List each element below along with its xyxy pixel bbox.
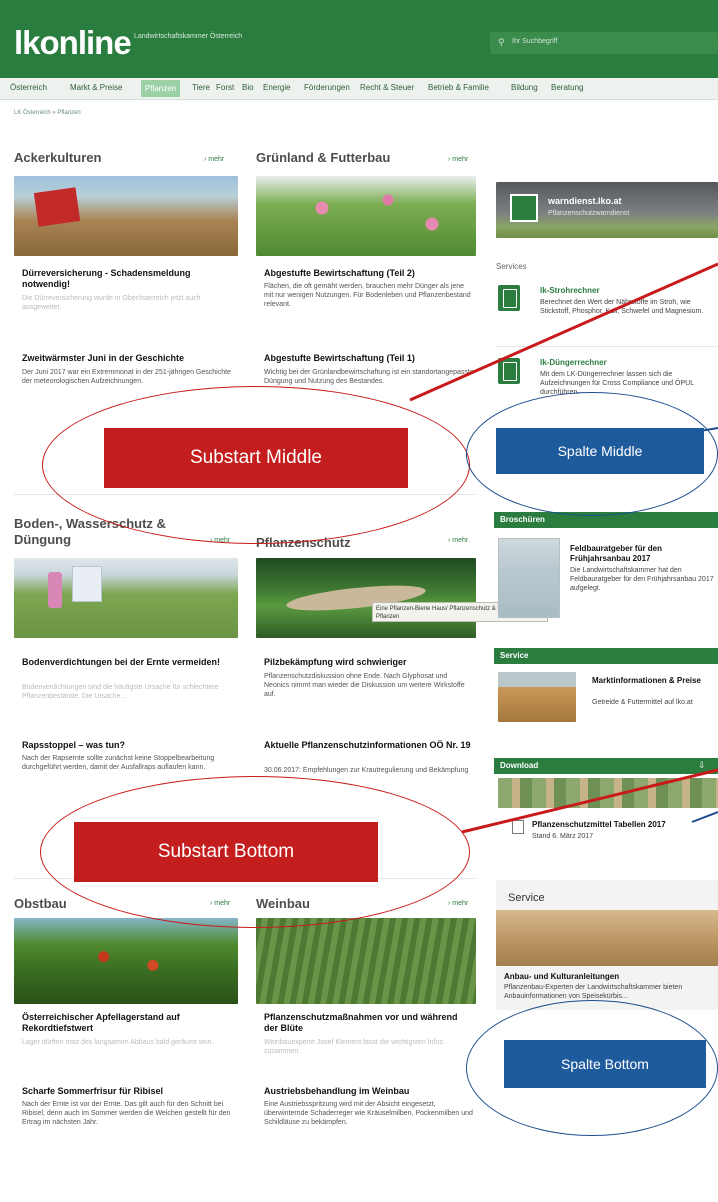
markt-image[interactable] (498, 672, 576, 722)
annotation-line-spalte-bottom (691, 811, 718, 823)
nav-item-forst[interactable]: Forst (216, 83, 234, 92)
nav-item-recht-steuer[interactable]: Recht & Steuer (360, 83, 414, 92)
warndienst-subtitle: Pflanzenschutzwarndienst (548, 210, 630, 217)
nav-item-oesterreich[interactable]: Österreich (10, 83, 47, 92)
site-logo-subtitle: Landwirtschaftskammer Österreich (134, 33, 243, 40)
broschuere-desc: Die Landwirtschaftskammer hat den Feldba… (570, 567, 714, 592)
more-link-gruenland[interactable]: › mehr (448, 156, 468, 163)
article-title[interactable]: Pflanzenschutzmaßnahmen vor und während … (264, 1012, 474, 1034)
nav-item-markt-preise[interactable]: Markt & Preise (70, 83, 122, 92)
anbau-title[interactable]: Anbau- und Kulturanleitungen (504, 972, 714, 982)
article-title[interactable]: Rapsstoppel – was tun? (22, 740, 234, 751)
article-teaser: Wichtig bei der Grünlandbewirtschaftung … (264, 369, 474, 385)
image-ackerkulturen[interactable] (14, 176, 238, 256)
nav-item-beratung[interactable]: Beratung (551, 83, 583, 92)
article-title[interactable]: Aktuelle Pflanzenschutzinformationen OÖ … (264, 740, 474, 751)
nav-item-pflanzen[interactable]: Pflanzen (141, 80, 181, 97)
article-title[interactable]: Österreichischer Apfellagerstand auf Rek… (22, 1012, 234, 1034)
image-gruenland[interactable] (256, 176, 476, 256)
annotation-label-spalte-bottom: Spalte Bottom (504, 1040, 706, 1088)
annotation-label-substart-middle: Substart Middle (104, 428, 408, 488)
search-icon: ⚲ (498, 37, 505, 47)
service-heading: Service (494, 648, 718, 664)
section-title-ackerkulturen[interactable]: Ackerkulturen (14, 150, 101, 165)
strohrechner-title[interactable]: lk-Strohrechner (540, 286, 600, 296)
article-teaser: Bodenverdichtungen sind die häufigste Ur… (22, 684, 219, 700)
article-title[interactable]: Abgestufte Bewirtschaftung (Teil 2) (264, 268, 474, 279)
more-link-weinbau[interactable]: › mehr (448, 900, 468, 907)
article-title[interactable]: Austriebsbehandlung im Weinbau (264, 1086, 474, 1097)
article-teaser: 30.06.2017: Empfehlungen zur Krautreguli… (264, 767, 469, 774)
anbau-image[interactable] (496, 910, 718, 966)
article-title[interactable]: Dürreversicherung - Schadensmeldung notw… (22, 268, 234, 290)
article-teaser: Nach der Ernte ist vor der Ernte. Das gi… (22, 1101, 231, 1126)
search-placeholder: Ihr Suchbegriff (512, 38, 558, 45)
sidebar-divider (496, 346, 718, 347)
more-link-ackerkulturen[interactable]: › mehr (204, 156, 224, 163)
article-title[interactable]: Pilzbekämpfung wird schwieriger (264, 657, 474, 668)
article-teaser: Die Dürreversicherung wurde in Oberöster… (22, 295, 201, 311)
article-teaser: Pflanzenschutzdiskussion ohne Ende. Nach… (264, 673, 465, 698)
harvester-shape (33, 187, 81, 227)
calculator-icon[interactable] (498, 285, 520, 311)
article-teaser: Flächen, die oft gemäht werden, brauchen… (264, 283, 471, 308)
strohrechner-desc: Berechnet den Wert der Nährstoffe im Str… (540, 299, 704, 315)
download-title[interactable]: Pflanzenschutzmittel Tabellen 2017 (532, 820, 666, 830)
duengerrechner-title[interactable]: lk-Düngerrechner (540, 358, 607, 368)
warndienst-banner[interactable]: warndienst.lko.at Pflanzenschutzwarndien… (496, 182, 718, 238)
annotation-label-spalte-middle: Spalte Middle (496, 428, 704, 474)
marktinfo-title[interactable]: Marktinformationen & Preise (592, 676, 716, 686)
warndienst-title: warndienst.lko.at (548, 196, 622, 206)
marktinfo-desc: Getreide & Futtermittel auf lko.at (592, 699, 693, 706)
document-icon (512, 820, 524, 834)
sign-shape (72, 566, 102, 602)
article-title[interactable]: Bodenverdichtungen bei der Ernte vermeid… (22, 657, 234, 668)
article-title[interactable]: Scharfe Sommerfrisur für Ribisel (22, 1086, 234, 1097)
child-shape (48, 572, 62, 608)
image-boden[interactable] (14, 558, 238, 638)
nav-item-betrieb-familie[interactable]: Betrieb & Familie (428, 83, 489, 92)
main-navigation: Österreich Markt & Preise Pflanzen Tiere… (0, 78, 718, 100)
article-teaser: Der Juni 2017 war ein Extremmonat in der… (22, 369, 231, 385)
warndienst-logo-icon (510, 194, 538, 222)
nav-item-bio[interactable]: Bio (242, 83, 254, 92)
nav-item-tiere[interactable]: Tiere (192, 83, 210, 92)
image-weinbau[interactable] (256, 918, 476, 1004)
article-title[interactable]: Abgestufte Bewirtschaftung (Teil 1) (264, 353, 474, 364)
nav-item-bildung[interactable]: Bildung (511, 83, 538, 92)
anbau-desc: Pflanzenbau-Experten der Landwirtschafts… (504, 984, 683, 1000)
download-image[interactable] (498, 778, 718, 808)
article-teaser: Weinbauexperte Josef Klement fasst die w… (264, 1039, 443, 1055)
download-heading: Download (494, 758, 718, 774)
section-title-gruenland[interactable]: Grünland & Futterbau (256, 150, 390, 165)
article-teaser: Lager dürften trotz des langsamen Abbaus… (22, 1039, 214, 1046)
image-obstbau[interactable] (14, 918, 238, 1004)
broschuere-cover[interactable] (498, 538, 560, 618)
image-pflanzenschutz[interactable] (256, 558, 476, 638)
broschuere-title[interactable]: Feldbauratgeber für den Frühjahrsanbau 2… (570, 544, 716, 564)
nav-item-foerderungen[interactable]: Förderungen (304, 83, 350, 92)
breadcrumb[interactable]: LK Österreich » Pflanzen (14, 110, 81, 116)
calculator-icon[interactable] (498, 358, 520, 384)
article-teaser: Eine Austriebsspritzung wird mit der Abs… (264, 1101, 473, 1126)
download-icon[interactable]: ⇩ (698, 760, 706, 771)
article-teaser: Nach der Rapsernte sollte zunächst keine… (22, 755, 215, 771)
nav-item-energie[interactable]: Energie (263, 83, 291, 92)
services-heading: Services (496, 262, 527, 271)
site-logo[interactable]: lkonline (14, 24, 132, 62)
download-desc: Stand 6. März 2017 (532, 833, 594, 840)
section-title-obstbau[interactable]: Obstbau (14, 896, 67, 911)
site-header: lkonline Landwirtschaftskammer Österreic… (0, 0, 718, 78)
annotation-label-substart-bottom: Substart Bottom (74, 822, 378, 882)
more-link-pflanzenschutz[interactable]: › mehr (448, 537, 468, 544)
search-input[interactable]: ⚲ Ihr Suchbegriff (490, 32, 718, 54)
service2-heading: Service (508, 892, 545, 904)
article-title[interactable]: Zweitwärmster Juni in der Geschichte (22, 353, 234, 364)
